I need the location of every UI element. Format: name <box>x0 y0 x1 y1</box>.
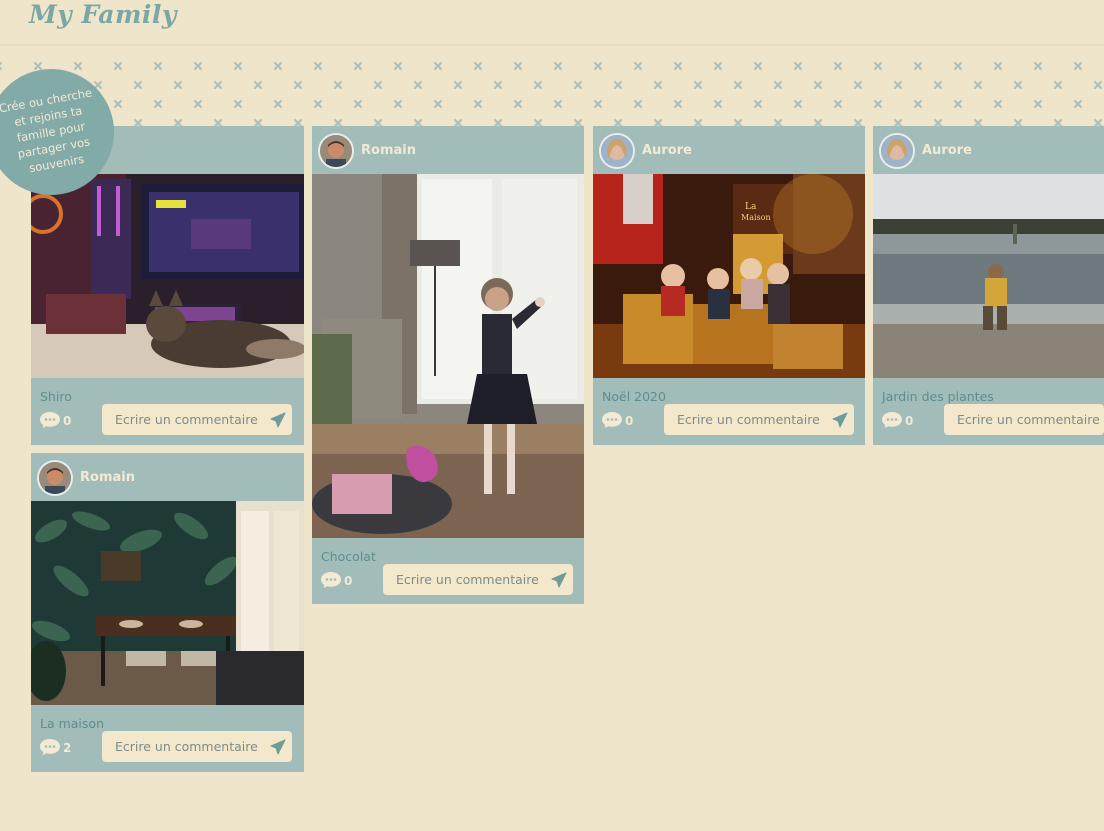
comment-input[interactable] <box>102 404 292 435</box>
post-card: Romain La maison 2 Ecrire un commentaire <box>31 453 304 772</box>
author-name[interactable]: Aurore <box>642 143 692 158</box>
send-icon[interactable] <box>832 412 848 428</box>
send-icon[interactable] <box>270 739 286 755</box>
post-caption: Chocolat <box>321 549 376 564</box>
post-header: Aurore <box>593 126 865 174</box>
comment-input[interactable] <box>102 731 292 762</box>
post-card: Aurore Jardin des plantes 0 <box>873 126 1104 445</box>
author-avatar[interactable] <box>599 133 635 169</box>
post-photo[interactable] <box>31 501 304 705</box>
comment-count: 0 <box>905 414 914 428</box>
post-header: Aurore <box>873 126 1104 174</box>
post-photo[interactable] <box>312 174 584 538</box>
decorative-pattern <box>0 48 1104 128</box>
send-icon[interactable] <box>270 412 286 428</box>
app-header: My Family <box>0 0 1104 46</box>
author-avatar[interactable] <box>318 133 354 169</box>
comment-input[interactable] <box>944 404 1104 435</box>
comment-bubble-icon[interactable] <box>39 738 61 756</box>
post-card: Aurore La Maison Noël 2020 0 Ecrire un c… <box>593 126 865 445</box>
post-photo[interactable] <box>31 174 304 378</box>
post-photo[interactable]: La Maison <box>593 174 865 378</box>
comment-count: 0 <box>625 414 634 428</box>
comment-bubble-icon[interactable] <box>881 411 903 429</box>
comment-count: 0 <box>344 574 353 588</box>
post-caption: Jardin des plantes <box>882 389 994 404</box>
comment-bubble-icon[interactable] <box>39 411 61 429</box>
app-logo[interactable]: My Family <box>29 0 177 29</box>
post-header: Romain <box>312 126 584 174</box>
author-avatar[interactable] <box>879 133 915 169</box>
comment-bubble-icon[interactable] <box>601 411 623 429</box>
svg-text:Maison: Maison <box>741 213 771 222</box>
comment-count: 0 <box>63 414 72 428</box>
author-name[interactable]: Aurore <box>922 143 972 158</box>
post-photo[interactable] <box>873 174 1104 378</box>
comment-input[interactable] <box>664 404 854 435</box>
author-avatar[interactable] <box>37 460 73 496</box>
post-caption: Shiro <box>40 389 72 404</box>
svg-text:La: La <box>745 202 757 212</box>
post-caption: La maison <box>40 716 104 731</box>
author-name[interactable]: Romain <box>361 143 416 158</box>
comment-bubble-icon[interactable] <box>320 571 342 589</box>
post-caption: Noël 2020 <box>602 389 666 404</box>
badge-text: Crée ou cherche et rejoins ta famille po… <box>0 85 94 176</box>
comment-count: 2 <box>63 741 72 755</box>
post-card: Romain Chocolat 0 Ecrire un commentaire <box>312 126 584 604</box>
author-name[interactable]: Romain <box>80 470 135 485</box>
post-header: Romain <box>31 453 304 501</box>
comment-input[interactable] <box>383 564 573 595</box>
send-icon[interactable] <box>551 572 567 588</box>
